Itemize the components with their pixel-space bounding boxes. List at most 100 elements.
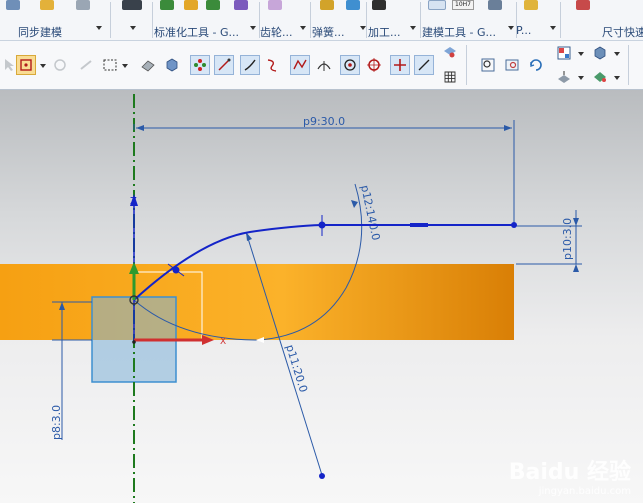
ribbon-divider [366, 2, 367, 38]
sync-modeling-icons [0, 0, 104, 20]
arc-tool-icon[interactable] [262, 55, 282, 75]
library-icon[interactable] [234, 0, 248, 10]
sync-move-icon[interactable] [6, 0, 20, 10]
chevron-down-icon[interactable] [96, 26, 102, 30]
gear-icon[interactable] [268, 0, 282, 10]
zoom-window-icon[interactable] [502, 55, 522, 75]
line-tool-icon[interactable] [214, 55, 234, 75]
layout-icon[interactable] [554, 43, 574, 63]
rotate-view-icon[interactable] [526, 55, 546, 75]
zoom-fit-icon[interactable] [478, 55, 498, 75]
arrow-icon [351, 200, 358, 208]
watermark-url: jingyan.baidu.com [538, 486, 631, 497]
spline-tool-icon[interactable] [240, 55, 260, 75]
ribbon-group-label: 弹簧... [312, 26, 345, 39]
bolt-icon[interactable] [184, 0, 198, 10]
ribbon-divider [152, 2, 153, 38]
dimension-p9[interactable]: p9:30.0 [303, 115, 345, 128]
arrow-left-icon [136, 125, 144, 131]
ribbon-group-p[interactable]: P... [516, 0, 560, 40]
pick-icon[interactable] [50, 55, 70, 75]
watermark-brand: Baidu 经验 [508, 460, 631, 485]
ribbon: 同步建模 标准化工具 - G... 齿轮... 弹簧... 加工... 10H7… [0, 0, 643, 41]
sync-pull-icon[interactable] [76, 0, 90, 10]
view-orient-icon[interactable] [440, 43, 460, 63]
chevron-down-icon[interactable] [40, 64, 46, 68]
toolbar [0, 41, 643, 90]
ribbon-group-label: 尺寸快速 [602, 26, 643, 39]
ribbon-divider [310, 2, 311, 38]
box-select-icon[interactable] [100, 55, 120, 75]
nut-icon[interactable] [206, 0, 220, 10]
quadrant-point-icon[interactable] [364, 55, 384, 75]
ribbon-group-misc[interactable] [116, 0, 150, 40]
p-tool-icon[interactable] [524, 0, 538, 10]
dimension-p10[interactable]: p10:3.0 [561, 218, 574, 260]
grid-icon[interactable] [440, 67, 460, 87]
snap-point-icon[interactable] [16, 55, 36, 75]
watermark: Baidu 经验 jingyan.baidu.com [509, 454, 631, 497]
ribbon-group-quick-dimension[interactable]: 尺寸快速 [560, 0, 643, 40]
frame-icon[interactable] [428, 0, 446, 10]
ribbon-group-spring[interactable]: 弹簧... [312, 0, 366, 40]
chevron-down-icon[interactable] [300, 26, 306, 30]
eraser-icon[interactable] [138, 55, 158, 75]
ribbon-group-modeling-tools[interactable]: 10H7 建模工具 - G... [422, 0, 516, 40]
chevron-down-icon[interactable] [550, 26, 556, 30]
ribbon-group-label: 加工... [368, 26, 401, 39]
tangent-line-icon[interactable] [414, 55, 434, 75]
dimension-p8[interactable]: p8:3.0 [50, 405, 63, 440]
polyline-tool-icon[interactable] [290, 55, 310, 75]
ribbon-divider [110, 2, 111, 38]
part-icon[interactable] [160, 0, 174, 10]
toolbar-divider [628, 45, 629, 85]
chevron-down-icon[interactable] [508, 26, 514, 30]
ribbon-group-label: 同步建模 [18, 26, 62, 39]
display-icon[interactable] [122, 0, 142, 10]
intersection-icon[interactable] [314, 55, 334, 75]
plus-snap-icon[interactable] [390, 55, 410, 75]
graphics-canvas[interactable]: p9:30.0 p10:3.0 p8:3.0 p12:140.0 p11:20.… [0, 90, 643, 503]
edge-display-icon[interactable] [554, 67, 574, 87]
origin-anchor [132, 340, 136, 344]
point-snap-icon[interactable] [190, 55, 210, 75]
chevron-down-icon[interactable] [614, 76, 620, 80]
ribbon-group-machining[interactable]: 加工... [368, 0, 418, 40]
arrow-up-icon [573, 264, 579, 272]
ribbon-group-label: 齿轮... [260, 26, 293, 39]
spring-icon[interactable] [320, 0, 334, 10]
ribbon-group-label: P... [516, 24, 532, 37]
ribbon-group-gear[interactable]: 齿轮... [260, 0, 308, 40]
ribbon-divider [420, 2, 421, 38]
pick-chain-icon[interactable] [76, 55, 96, 75]
chevron-down-icon[interactable] [250, 26, 256, 30]
chevron-down-icon[interactable] [578, 52, 584, 56]
spring-design-icon[interactable] [346, 0, 360, 10]
sketch-view[interactable]: p9:30.0 p10:3.0 p8:3.0 p12:140.0 p11:20.… [0, 90, 643, 503]
sync-replace-icon[interactable] [40, 0, 54, 10]
measure-icon[interactable] [488, 0, 502, 10]
z-axis-label: Z [130, 196, 137, 207]
ribbon-group-standard-tools[interactable]: 标准化工具 - G... [154, 0, 258, 40]
ribbon-group-sync-modeling[interactable]: 同步建模 [0, 0, 104, 40]
ribbon-group-label: 标准化工具 - G... [154, 26, 239, 39]
arrow-right-icon [504, 125, 512, 131]
handle-endpoint[interactable] [319, 473, 325, 479]
chevron-down-icon[interactable] [614, 52, 620, 56]
tolerance-icon[interactable]: 10H7 [452, 0, 474, 10]
shaded-cube-icon[interactable] [590, 43, 610, 63]
center-point-icon[interactable] [340, 55, 360, 75]
chevron-down-icon[interactable] [122, 64, 128, 68]
toolbar-divider [466, 45, 467, 85]
visibility-icon[interactable] [590, 67, 610, 87]
dimension-p11[interactable]: p11:20.0 [283, 343, 310, 394]
chevron-down-icon[interactable] [130, 26, 136, 30]
chevron-down-icon[interactable] [578, 76, 584, 80]
line-end-point[interactable] [511, 222, 517, 228]
solid-cube-icon[interactable] [162, 55, 182, 75]
chevron-down-icon[interactable] [410, 26, 416, 30]
machining-icon[interactable] [372, 0, 386, 10]
dimension-icon[interactable] [576, 0, 590, 10]
ribbon-group-label: 建模工具 - G... [422, 26, 496, 39]
x-axis-label: X [220, 337, 226, 347]
